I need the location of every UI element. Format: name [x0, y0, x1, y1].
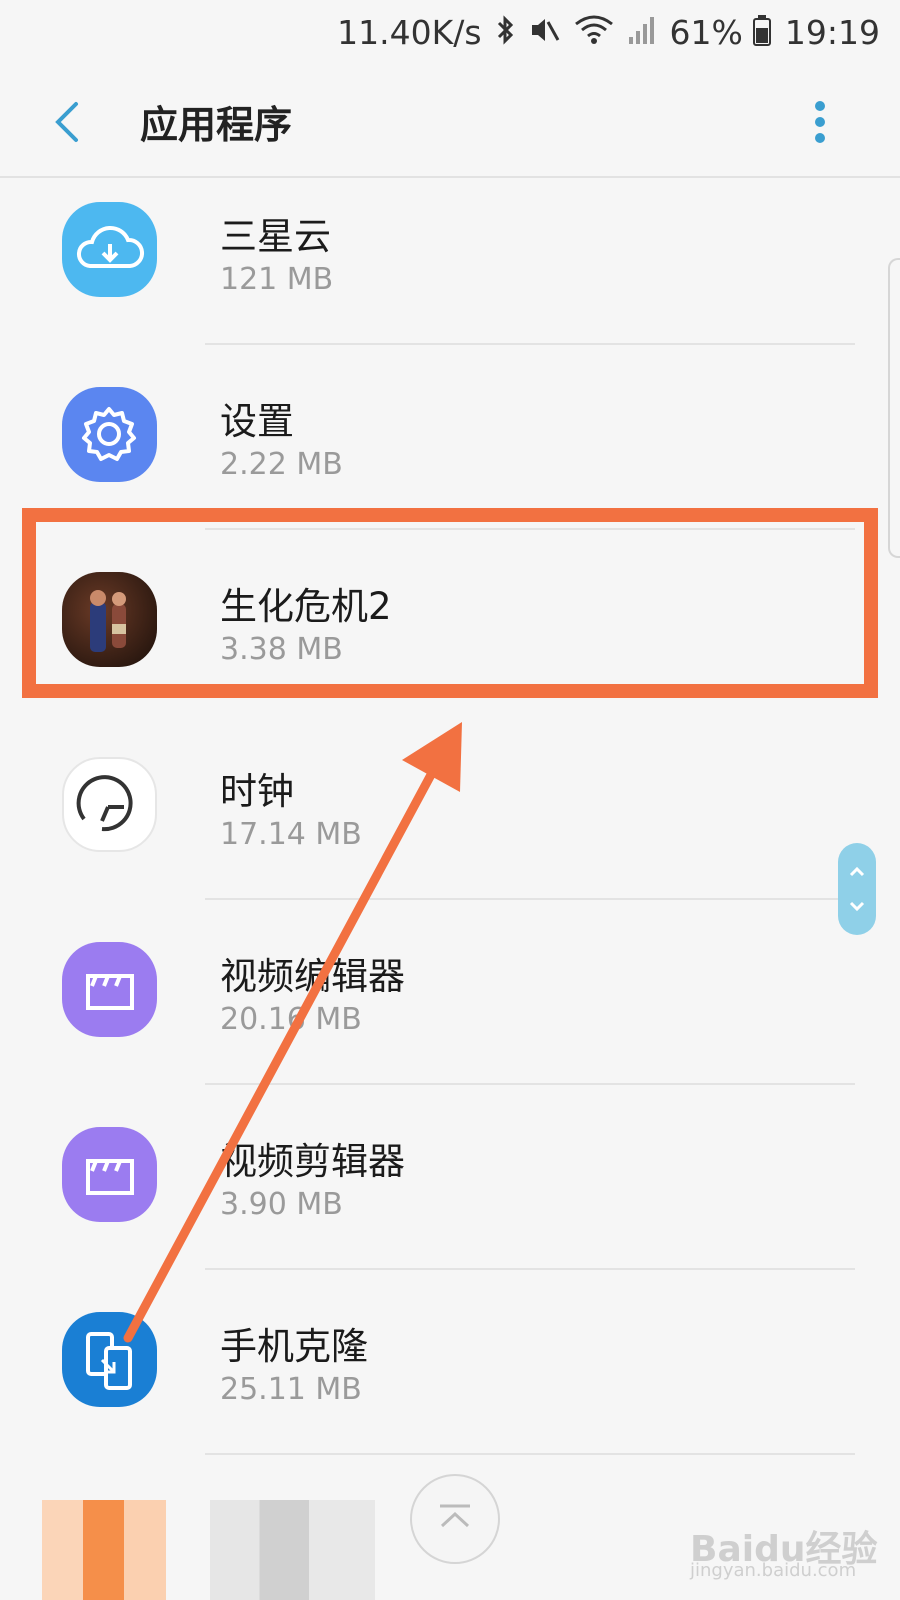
divider — [205, 1268, 855, 1270]
fast-scroll-handle[interactable] — [838, 843, 876, 935]
signal-icon — [628, 15, 656, 49]
clapper-icon — [62, 942, 157, 1037]
clock-time: 19:19 — [784, 12, 880, 52]
app-size: 2.22 MB — [220, 447, 343, 482]
highlight-box — [22, 508, 878, 698]
scroll-to-top-button[interactable] — [410, 1474, 500, 1564]
app-size: 3.90 MB — [220, 1187, 343, 1222]
mute-icon — [528, 14, 560, 50]
page-title: 应用程序 — [140, 103, 293, 147]
watermark-url: jingyan.baidu.com — [690, 1560, 857, 1581]
app-size: 25.11 MB — [220, 1372, 362, 1407]
chevron-left-icon — [55, 102, 78, 142]
app-size: 20.16 MB — [220, 1002, 362, 1037]
app-list-item[interactable]: 视频剪辑器 3.90 MB — [0, 1103, 900, 1288]
chevron-down-icon — [849, 901, 865, 912]
app-name: 手机克隆 — [220, 1325, 368, 1368]
back-button[interactable] — [46, 92, 96, 152]
gear-icon — [62, 387, 157, 482]
app-name: 时钟 — [220, 770, 294, 813]
wifi-icon — [574, 14, 614, 50]
app-name: 设置 — [220, 400, 294, 443]
more-vertical-icon — [815, 101, 825, 143]
clapper-icon — [62, 1127, 157, 1222]
app-size: 17.14 MB — [220, 817, 362, 852]
app-name: 视频剪辑器 — [220, 1140, 405, 1183]
divider — [205, 1083, 855, 1085]
scroll-track — [888, 258, 900, 558]
app-list-item[interactable]: 三星云 121 MB — [0, 178, 900, 363]
app-list-item[interactable]: 时钟 17.14 MB — [0, 733, 900, 918]
blurred-app-label — [210, 1500, 375, 1600]
bluetooth-icon — [496, 14, 514, 50]
divider — [205, 1453, 855, 1455]
app-list-item[interactable]: 手机克隆 25.11 MB — [0, 1288, 900, 1473]
app-size: 121 MB — [220, 262, 334, 297]
battery-percent: 61% — [669, 12, 743, 52]
more-options-button[interactable] — [800, 94, 840, 154]
divider — [205, 898, 855, 900]
app-name: 视频编辑器 — [220, 955, 405, 998]
chevron-up-icon — [849, 866, 865, 877]
divider — [205, 343, 855, 345]
status-bar: 11.40K/s 61% 19:19 — [0, 0, 900, 64]
clock-icon — [62, 757, 157, 852]
app-list: 三星云 121 MB 设置 2.22 MB 生化危机2 3.38 MB 时钟 1… — [0, 178, 900, 1473]
blurred-app-icon — [42, 1500, 166, 1600]
cloud-icon — [62, 202, 157, 297]
app-list-item[interactable]: 视频编辑器 20.16 MB — [0, 918, 900, 1103]
phone-clone-icon — [62, 1312, 157, 1407]
app-bar: 应用程序 — [0, 64, 900, 178]
battery-icon — [752, 14, 771, 50]
app-name: 三星云 — [220, 215, 331, 258]
scroll-top-icon — [440, 1504, 470, 1528]
network-speed: 11.40K/s — [337, 12, 482, 52]
